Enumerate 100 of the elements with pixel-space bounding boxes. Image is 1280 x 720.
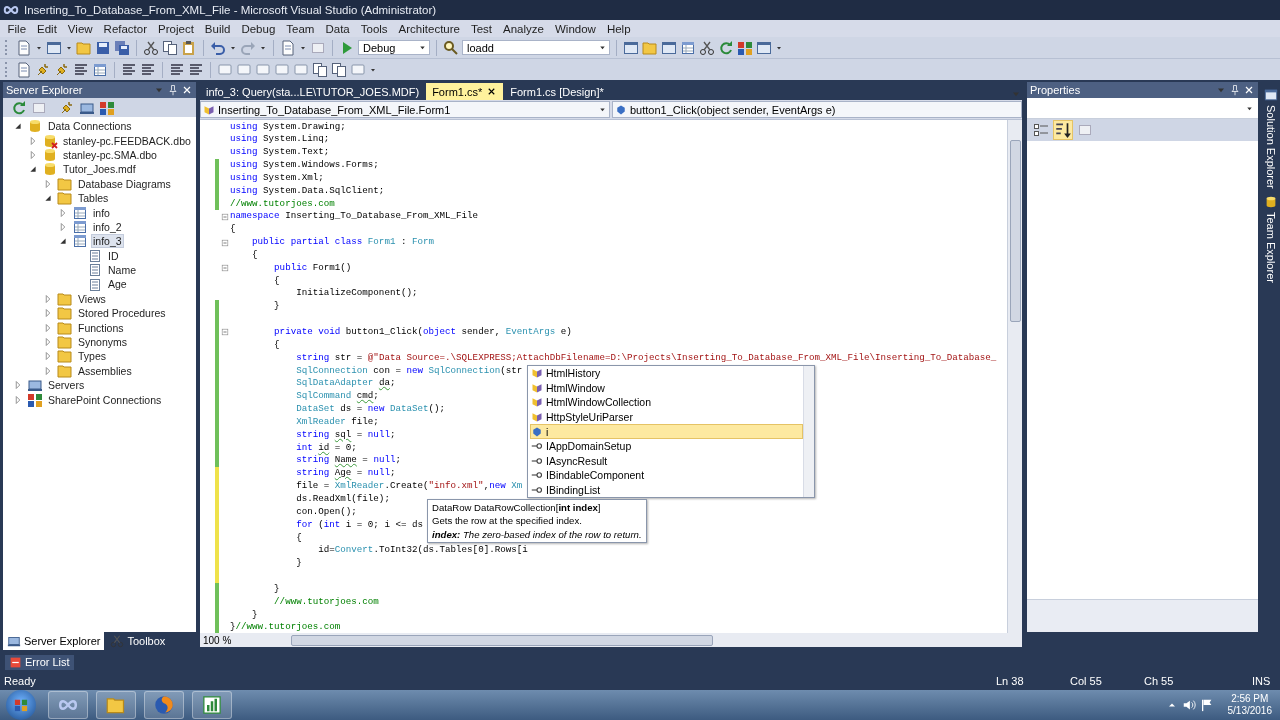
- network-icon[interactable]: [99, 99, 115, 116]
- tree-item[interactable]: stanley-pc.SMA.dbo: [61, 148, 159, 161]
- find-field[interactable]: loadd: [462, 40, 610, 55]
- sort-icon[interactable]: [1053, 120, 1073, 140]
- tree-item[interactable]: ID: [106, 249, 121, 262]
- menu-item[interactable]: Architecture: [393, 21, 466, 36]
- tree-item[interactable]: Stored Procedures: [76, 307, 168, 320]
- taskbar-button[interactable]: [192, 691, 232, 719]
- panel-tab[interactable]: Server Explorer: [3, 632, 105, 650]
- find-icon[interactable]: [443, 39, 459, 56]
- tree-item[interactable]: Synonyms: [76, 336, 130, 349]
- zoom-level[interactable]: 100 %: [200, 634, 235, 646]
- menu-item[interactable]: Debug: [235, 21, 281, 36]
- menu-item[interactable]: Help: [601, 21, 637, 36]
- menu-item[interactable]: Refactor: [98, 21, 153, 36]
- pin-icon[interactable]: [167, 84, 179, 96]
- completion-item[interactable]: HttpStyleUriParser: [530, 409, 803, 425]
- collapse-icon[interactable]: [220, 263, 230, 274]
- copy-icon[interactable]: [162, 39, 178, 56]
- completion-item[interactable]: HtmlHistory: [530, 366, 803, 381]
- menu-item[interactable]: Analyze: [497, 21, 550, 36]
- tree-item[interactable]: Functions: [76, 321, 126, 334]
- tree-item[interactable]: SharePoint Connections: [46, 393, 164, 406]
- completion-item[interactable]: IBindingList: [530, 482, 803, 498]
- collapse-icon[interactable]: [220, 327, 230, 338]
- tree-item[interactable]: Database Diagrams: [76, 177, 173, 190]
- document-tab[interactable]: Form1.cs*: [426, 83, 504, 100]
- tree-item[interactable]: stanley-pc.FEEDBACK.dbo: [61, 134, 193, 147]
- table-icon[interactable]: [92, 61, 108, 78]
- side-tab[interactable]: Team Explorer: [1262, 194, 1280, 283]
- speaker-icon[interactable]: [1181, 698, 1196, 712]
- tree-item[interactable]: info_3: [91, 234, 124, 249]
- tree-item[interactable]: Assemblies: [76, 364, 134, 377]
- start-button[interactable]: [6, 690, 36, 720]
- connect-icon[interactable]: [35, 61, 51, 78]
- document-tab[interactable]: info_3: Query(sta...LE\TUTOR_JOES.MDF): [200, 83, 426, 100]
- connect-icon[interactable]: [59, 99, 75, 116]
- document-tab[interactable]: Form1.cs [Design]*: [504, 83, 610, 100]
- completion-item[interactable]: IAppDomainSetup: [530, 438, 803, 454]
- grid-icon[interactable]: [737, 39, 753, 56]
- completion-item[interactable]: i: [530, 424, 803, 439]
- uncomment-lines-icon[interactable]: [188, 61, 204, 78]
- tree-item[interactable]: Age: [106, 278, 129, 291]
- navigate-icon[interactable]: [280, 39, 296, 56]
- menu-item[interactable]: Project: [152, 21, 200, 36]
- menu-item[interactable]: Window: [549, 21, 602, 36]
- categorized-icon[interactable]: [1033, 122, 1049, 138]
- pin-icon[interactable]: [1229, 84, 1241, 96]
- refresh-icon[interactable]: [718, 39, 734, 56]
- taskbar-button[interactable]: [48, 691, 88, 719]
- tree-item[interactable]: Data Connections: [46, 120, 134, 133]
- paste-icon[interactable]: [181, 39, 197, 56]
- save-icon[interactable]: [95, 39, 111, 56]
- menu-item[interactable]: Test: [465, 21, 498, 36]
- indent-icon[interactable]: [121, 61, 137, 78]
- error-list-tab[interactable]: Error List: [5, 654, 74, 670]
- scrollbar[interactable]: [1007, 120, 1022, 633]
- completion-item[interactable]: IAsyncResult: [530, 453, 803, 469]
- scrollbar[interactable]: [803, 366, 814, 498]
- completion-item[interactable]: HtmlWindow: [530, 380, 803, 396]
- flag-icon[interactable]: [1199, 698, 1214, 712]
- member-dropdown[interactable]: button1_Click(object sender, EventArgs e): [612, 101, 1022, 118]
- side-tab[interactable]: Solution Explorer: [1262, 88, 1280, 189]
- tree-item[interactable]: Tables: [76, 192, 111, 205]
- collapse-icon[interactable]: [220, 211, 230, 222]
- tree-item[interactable]: Views: [76, 292, 108, 305]
- menu-item[interactable]: Edit: [31, 21, 63, 36]
- tree-item[interactable]: Types: [76, 350, 108, 363]
- tree-item[interactable]: info: [91, 206, 112, 219]
- type-dropdown[interactable]: Inserting_To_Database_From_XML_File.Form1: [200, 101, 610, 118]
- collapse-icon[interactable]: [220, 237, 230, 248]
- menu-item[interactable]: View: [62, 21, 99, 36]
- save-all-icon[interactable]: [114, 39, 130, 56]
- completion-item[interactable]: IBindableComponent: [530, 468, 803, 483]
- close-icon[interactable]: [181, 84, 193, 96]
- column-icon: [87, 262, 103, 279]
- comment-lines-icon[interactable]: [169, 61, 185, 78]
- panel-tab[interactable]: Toolbox: [106, 632, 170, 650]
- taskbar-button[interactable]: [144, 691, 184, 719]
- outdent-icon[interactable]: [140, 61, 156, 78]
- close-icon[interactable]: [1243, 84, 1255, 96]
- table-icon[interactable]: [680, 39, 696, 56]
- connect-icon[interactable]: [54, 61, 70, 78]
- tree-item[interactable]: Servers: [46, 379, 87, 392]
- tree-item[interactable]: Tutor_Joes.mdf: [61, 163, 138, 176]
- menu-item[interactable]: Team: [280, 21, 320, 36]
- completion-item[interactable]: HtmlWindowCollection: [530, 395, 803, 410]
- tree-item[interactable]: Name: [106, 264, 138, 277]
- clock[interactable]: 2:56 PM 5/13/2016: [1221, 693, 1280, 717]
- new-project-icon[interactable]: [16, 39, 32, 56]
- menu-item[interactable]: Data: [319, 21, 356, 36]
- class-icon: [531, 367, 543, 380]
- cut-icon[interactable]: [143, 39, 159, 56]
- taskbar-button[interactable]: [96, 691, 136, 719]
- menu-item[interactable]: File: [2, 21, 32, 36]
- tree-item[interactable]: info_2: [91, 220, 124, 233]
- menu-item[interactable]: Tools: [355, 21, 394, 36]
- configuration-dropdown[interactable]: Debug: [358, 40, 430, 55]
- menu-item[interactable]: Build: [199, 21, 236, 36]
- code-line: string Age = null;: [295, 467, 396, 481]
